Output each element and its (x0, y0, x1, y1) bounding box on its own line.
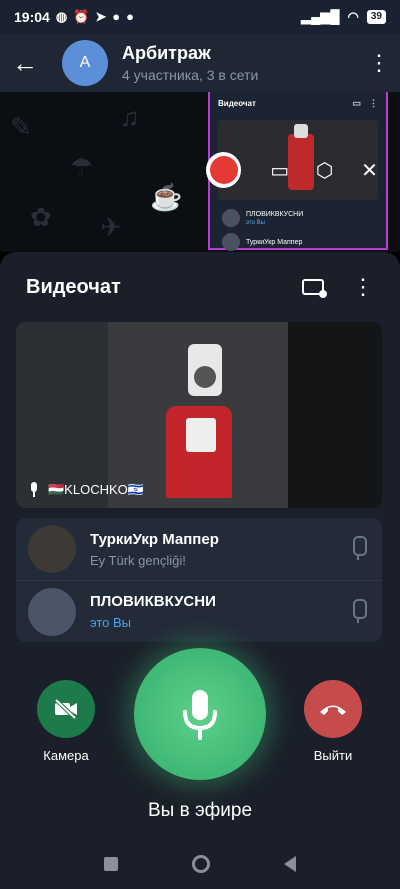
leave-button[interactable] (304, 680, 362, 738)
doodle-icon: ✈ (100, 212, 122, 242)
on-air-status: Вы в эфире (147, 800, 253, 821)
mic-toggle-button[interactable] (134, 648, 266, 780)
chat-avatar[interactable]: A (62, 40, 108, 86)
mic-icon (183, 690, 217, 740)
doodle-icon: ♫ (120, 102, 140, 132)
sheet-menu-icon[interactable]: ⋮ (352, 274, 374, 300)
pip-menu-icon: ⋮ (369, 97, 378, 108)
recording-controls: ▭ ⬡ ✕ (206, 150, 392, 190)
pip-header: Видеочат ▭ ⋮ (210, 92, 386, 114)
participant-row[interactable]: ПЛОВИКВКУСНИ это Вы (16, 580, 382, 642)
system-icons: ▂▄▆█ ◠ 39 (301, 9, 386, 25)
hang-up-icon (320, 705, 346, 715)
leave-label: Выйти (313, 748, 353, 763)
participant-name: ТуркиУкр Маппер (90, 530, 219, 548)
recents-icon[interactable] (104, 856, 118, 871)
back-icon[interactable] (284, 855, 296, 872)
telegram-icon: ➤ (95, 9, 107, 24)
participant-status: Ey Türk gençliği! (90, 552, 186, 568)
doodle-icon: ✿ (30, 202, 52, 232)
record-button[interactable] (206, 152, 242, 188)
pip-participant: ТуркиУкр Маппер (210, 230, 386, 254)
mic-status-icon: ● (126, 9, 134, 24)
status-time: 19:04 (14, 9, 50, 25)
navigation-bar (0, 838, 400, 889)
video-participant-name: 🇭🇺KLOCHKO🇮🇱 (48, 482, 144, 497)
doodle-icon: ✎ (10, 112, 32, 142)
avatar (222, 209, 240, 227)
camera-label: Камера (43, 748, 89, 763)
pip-screen-icon: ▭ (352, 97, 361, 108)
mic-icon (28, 482, 40, 498)
screen-share-icon[interactable] (302, 279, 327, 298)
camera-off-icon (54, 698, 77, 720)
doodle-icon: ☕ (150, 182, 183, 212)
participant-name: ПЛОВИКВКУСНИ (90, 593, 216, 610)
settings-icon[interactable]: ⬡ (302, 158, 347, 183)
pip-participant-status: это Вы (246, 219, 265, 226)
status-bar: 19:04 ◍ ⏰ ➤ ● ● ▂▄▆█ ◠ 39 (0, 0, 400, 34)
chat-menu-icon[interactable]: ⋮ (368, 50, 390, 76)
participant-list: ТуркиУкр Маппер Ey Türk gençliği! ПЛОВИК… (16, 518, 382, 642)
pip-participant: ПЛОВИКВКУСНИ это Вы (210, 206, 386, 230)
chat-header: ← A Арбитраж 4 участника, 3 в сети ⋮ (0, 34, 400, 92)
camera-button[interactable] (37, 680, 95, 738)
participant-status: это Вы (90, 615, 132, 630)
folder-icon[interactable]: ▭ (257, 158, 302, 183)
alarm-icon: ⏰ (73, 9, 90, 24)
avatar (28, 587, 76, 636)
messenger-icon: ● (112, 9, 121, 24)
participant-video[interactable]: 🇭🇺KLOCHKO🇮🇱 (16, 322, 382, 508)
video-label: 🇭🇺KLOCHKO🇮🇱 (28, 482, 144, 498)
record-icon (209, 156, 238, 184)
chat-subtitle: 4 участника, 3 в сети (122, 67, 259, 83)
sheet-title: Видеочат (26, 275, 121, 298)
pip-participant-name: ПЛОВИКВКУСНИ (246, 210, 304, 218)
whatsapp-icon: ◍ (55, 9, 68, 24)
videochat-sheet: Видеочат ⋮ 🇭🇺KLOCHKO🇮🇱 ТуркиУкр Маппер E… (0, 252, 400, 889)
avatar (28, 525, 76, 573)
wifi-icon: ◠ (347, 9, 359, 24)
chat-title-block[interactable]: Арбитраж 4 участника, 3 в сети (122, 43, 258, 83)
pip-title: Видеочат (218, 98, 256, 108)
battery-icon: 39 (366, 10, 386, 24)
doodle-icon: ☂ (70, 152, 94, 182)
close-icon[interactable]: ✕ (347, 158, 392, 183)
sheet-header: Видеочат ⋮ (0, 252, 400, 322)
chat-title: Арбитраж (122, 43, 211, 63)
avatar (222, 233, 240, 251)
signal-icon: ▂▄▆█ (301, 9, 340, 24)
pip-participant-name: ТуркиУкр Маппер (246, 238, 303, 246)
call-controls: Камера Выйти Вы в эфире (0, 642, 400, 842)
participant-row[interactable]: ТуркиУкр Маппер Ey Türk gençliği! (16, 518, 382, 580)
back-arrow-icon[interactable]: ← (12, 48, 52, 79)
home-icon[interactable] (192, 854, 210, 873)
mic-icon[interactable] (346, 534, 370, 564)
notification-icons: ◍ ⏰ ➤ ● ● (56, 9, 134, 25)
mic-icon[interactable] (346, 597, 370, 627)
